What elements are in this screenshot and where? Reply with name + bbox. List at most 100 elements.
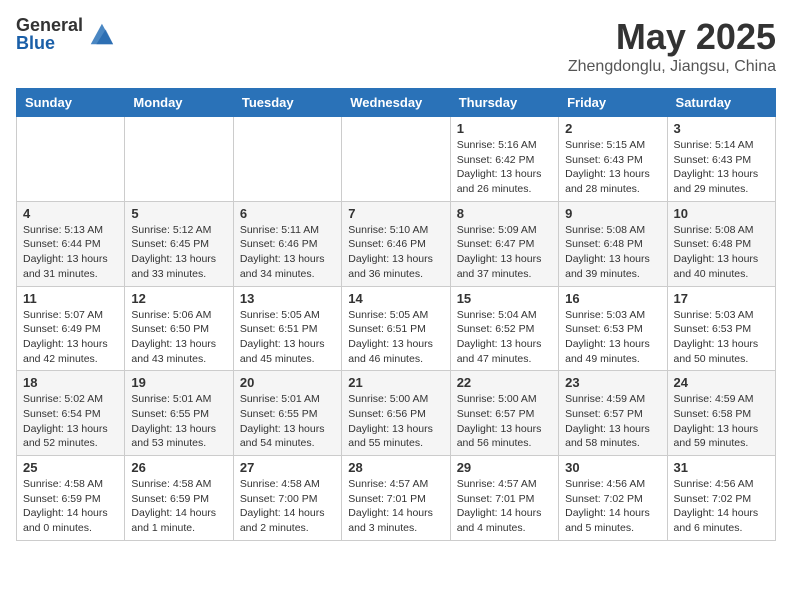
day-info: Sunrise: 5:14 AM Sunset: 6:43 PM Dayligh…	[674, 138, 769, 197]
calendar-week-3: 11Sunrise: 5:07 AM Sunset: 6:49 PM Dayli…	[17, 286, 776, 371]
calendar-cell: 28 Sunrise: 4:57 AM Sunset: 7:01 PM Dayli…	[342, 456, 450, 541]
day-number: 4	[23, 206, 118, 221]
calendar-week-5: 25 Sunrise: 4:58 AM Sunset: 6:59 PM Dayli…	[17, 456, 776, 541]
calendar-cell: 12Sunrise: 5:06 AM Sunset: 6:50 PM Dayli…	[125, 286, 233, 371]
day-number: 28	[348, 460, 443, 475]
logo: General Blue	[16, 16, 115, 52]
day-number: 9	[565, 206, 660, 221]
calendar-cell: 11Sunrise: 5:07 AM Sunset: 6:49 PM Dayli…	[17, 286, 125, 371]
day-number: 31	[674, 460, 769, 475]
calendar-cell	[233, 117, 341, 202]
day-number: 2	[565, 121, 660, 136]
day-number: 15	[457, 291, 552, 306]
calendar-cell: 9 Sunrise: 5:08 AM Sunset: 6:48 PM Daylig…	[559, 201, 667, 286]
calendar-cell: 3 Sunrise: 5:14 AM Sunset: 6:43 PM Daylig…	[667, 117, 775, 202]
day-number: 7	[348, 206, 443, 221]
weekday-header-thursday: Thursday	[450, 89, 558, 117]
day-number: 29	[457, 460, 552, 475]
day-info: Sunrise: 5:05 AM Sunset: 6:51 PM Dayligh…	[348, 308, 443, 367]
location-subtitle: Zhengdonglu, Jiangsu, China	[568, 58, 776, 76]
day-info: Sunrise: 5:00 AM Sunset: 6:57 PM Dayligh…	[457, 392, 552, 451]
day-info: Sunrise: 5:03 AM Sunset: 6:53 PM Dayligh…	[674, 308, 769, 367]
day-info: Sunrise: 5:11 AM Sunset: 6:46 PM Dayligh…	[240, 223, 335, 282]
day-number: 10	[674, 206, 769, 221]
logo-icon	[87, 20, 115, 48]
day-number: 18	[23, 375, 118, 390]
calendar-cell: 4Sunrise: 5:13 AM Sunset: 6:44 PM Daylig…	[17, 201, 125, 286]
title-block: May 2025 Zhengdonglu, Jiangsu, China	[568, 16, 776, 76]
calendar-cell: 6 Sunrise: 5:11 AM Sunset: 6:46 PM Daylig…	[233, 201, 341, 286]
day-info: Sunrise: 5:10 AM Sunset: 6:46 PM Dayligh…	[348, 223, 443, 282]
day-number: 17	[674, 291, 769, 306]
calendar-cell: 23Sunrise: 4:59 AM Sunset: 6:57 PM Dayli…	[559, 371, 667, 456]
day-info: Sunrise: 5:05 AM Sunset: 6:51 PM Dayligh…	[240, 308, 335, 367]
weekday-header-wednesday: Wednesday	[342, 89, 450, 117]
calendar-cell: 26 Sunrise: 4:58 AM Sunset: 6:59 PM Dayli…	[125, 456, 233, 541]
day-number: 1	[457, 121, 552, 136]
month-title: May 2025	[568, 16, 776, 58]
page-header: General Blue May 2025 Zhengdonglu, Jiang…	[16, 16, 776, 76]
day-number: 30	[565, 460, 660, 475]
day-number: 21	[348, 375, 443, 390]
weekday-header-saturday: Saturday	[667, 89, 775, 117]
day-number: 25	[23, 460, 118, 475]
day-number: 22	[457, 375, 552, 390]
calendar-cell: 2 Sunrise: 5:15 AM Sunset: 6:43 PM Daylig…	[559, 117, 667, 202]
day-number: 14	[348, 291, 443, 306]
weekday-header-row: SundayMondayTuesdayWednesdayThursdayFrid…	[17, 89, 776, 117]
day-info: Sunrise: 4:58 AM Sunset: 7:00 PM Dayligh…	[240, 477, 335, 536]
calendar-cell: 22 Sunrise: 5:00 AM Sunset: 6:57 PM Dayli…	[450, 371, 558, 456]
day-info: Sunrise: 4:56 AM Sunset: 7:02 PM Dayligh…	[565, 477, 660, 536]
calendar-cell: 24Sunrise: 4:59 AM Sunset: 6:58 PM Dayli…	[667, 371, 775, 456]
weekday-header-tuesday: Tuesday	[233, 89, 341, 117]
day-info: Sunrise: 4:57 AM Sunset: 7:01 PM Dayligh…	[348, 477, 443, 536]
logo-text: General Blue	[16, 16, 83, 52]
calendar-cell: 25 Sunrise: 4:58 AM Sunset: 6:59 PM Dayli…	[17, 456, 125, 541]
weekday-header-monday: Monday	[125, 89, 233, 117]
calendar-cell: 27 Sunrise: 4:58 AM Sunset: 7:00 PM Dayli…	[233, 456, 341, 541]
calendar-cell: 13 Sunrise: 5:05 AM Sunset: 6:51 PM Dayli…	[233, 286, 341, 371]
calendar-cell: 1 Sunrise: 5:16 AM Sunset: 6:42 PM Daylig…	[450, 117, 558, 202]
calendar-cell	[17, 117, 125, 202]
day-info: Sunrise: 4:56 AM Sunset: 7:02 PM Dayligh…	[674, 477, 769, 536]
calendar-cell: 29 Sunrise: 4:57 AM Sunset: 7:01 PM Dayli…	[450, 456, 558, 541]
day-info: Sunrise: 4:57 AM Sunset: 7:01 PM Dayligh…	[457, 477, 552, 536]
day-number: 6	[240, 206, 335, 221]
weekday-header-sunday: Sunday	[17, 89, 125, 117]
day-number: 8	[457, 206, 552, 221]
day-info: Sunrise: 5:03 AM Sunset: 6:53 PM Dayligh…	[565, 308, 660, 367]
calendar-cell: 14 Sunrise: 5:05 AM Sunset: 6:51 PM Dayli…	[342, 286, 450, 371]
calendar-cell: 5Sunrise: 5:12 AM Sunset: 6:45 PM Daylig…	[125, 201, 233, 286]
day-info: Sunrise: 5:15 AM Sunset: 6:43 PM Dayligh…	[565, 138, 660, 197]
calendar-cell	[342, 117, 450, 202]
day-info: Sunrise: 5:01 AM Sunset: 6:55 PM Dayligh…	[131, 392, 226, 451]
day-info: Sunrise: 5:01 AM Sunset: 6:55 PM Dayligh…	[240, 392, 335, 451]
calendar-cell: 30 Sunrise: 4:56 AM Sunset: 7:02 PM Dayli…	[559, 456, 667, 541]
calendar-cell: 15 Sunrise: 5:04 AM Sunset: 6:52 PM Dayli…	[450, 286, 558, 371]
day-number: 12	[131, 291, 226, 306]
weekday-header-friday: Friday	[559, 89, 667, 117]
day-number: 24	[674, 375, 769, 390]
calendar-cell: 19Sunrise: 5:01 AM Sunset: 6:55 PM Dayli…	[125, 371, 233, 456]
day-info: Sunrise: 5:08 AM Sunset: 6:48 PM Dayligh…	[565, 223, 660, 282]
day-info: Sunrise: 4:58 AM Sunset: 6:59 PM Dayligh…	[23, 477, 118, 536]
calendar-cell: 7 Sunrise: 5:10 AM Sunset: 6:46 PM Daylig…	[342, 201, 450, 286]
day-number: 26	[131, 460, 226, 475]
day-info: Sunrise: 5:16 AM Sunset: 6:42 PM Dayligh…	[457, 138, 552, 197]
calendar-table: SundayMondayTuesdayWednesdayThursdayFrid…	[16, 88, 776, 541]
day-number: 3	[674, 121, 769, 136]
calendar-cell: 18Sunrise: 5:02 AM Sunset: 6:54 PM Dayli…	[17, 371, 125, 456]
day-info: Sunrise: 5:04 AM Sunset: 6:52 PM Dayligh…	[457, 308, 552, 367]
day-info: Sunrise: 4:58 AM Sunset: 6:59 PM Dayligh…	[131, 477, 226, 536]
day-number: 27	[240, 460, 335, 475]
day-info: Sunrise: 5:08 AM Sunset: 6:48 PM Dayligh…	[674, 223, 769, 282]
calendar-cell: 31 Sunrise: 4:56 AM Sunset: 7:02 PM Dayli…	[667, 456, 775, 541]
calendar-week-1: 1 Sunrise: 5:16 AM Sunset: 6:42 PM Daylig…	[17, 117, 776, 202]
calendar-cell: 21Sunrise: 5:00 AM Sunset: 6:56 PM Dayli…	[342, 371, 450, 456]
calendar-week-4: 18Sunrise: 5:02 AM Sunset: 6:54 PM Dayli…	[17, 371, 776, 456]
logo-general: General	[16, 16, 83, 34]
calendar-cell: 16Sunrise: 5:03 AM Sunset: 6:53 PM Dayli…	[559, 286, 667, 371]
day-info: Sunrise: 5:07 AM Sunset: 6:49 PM Dayligh…	[23, 308, 118, 367]
logo-blue: Blue	[16, 34, 83, 52]
day-number: 13	[240, 291, 335, 306]
